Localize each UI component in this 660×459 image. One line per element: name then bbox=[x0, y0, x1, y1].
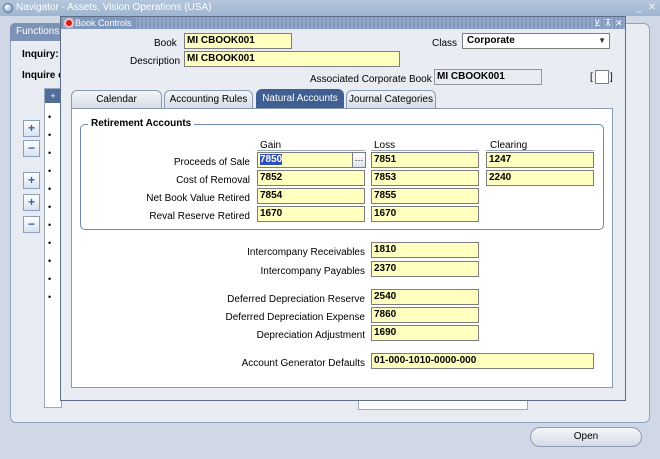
deferred-dep-expense-label: Deferred Depreciation Expense bbox=[225, 312, 365, 323]
list-item[interactable]: • bbox=[48, 256, 51, 266]
close-icon[interactable]: ✕ bbox=[645, 1, 659, 15]
inquire-label: Inquire c bbox=[22, 70, 64, 81]
inquiry-label: Inquiry: bbox=[22, 49, 59, 60]
class-label: Class bbox=[432, 38, 458, 49]
list-item[interactable]: • bbox=[48, 274, 51, 284]
description-field[interactable]: MI CBOOK001 bbox=[184, 51, 400, 67]
reval-reserve-retired-label: Reval Reserve Retired bbox=[149, 211, 250, 222]
app-globe-icon bbox=[3, 3, 13, 13]
reval-gain-field[interactable]: 1670 bbox=[257, 206, 365, 222]
chevron-down-icon: ▼ bbox=[598, 36, 606, 45]
account-generator-defaults-label: Account Generator Defaults bbox=[241, 358, 365, 369]
navigator-titlebar: Navigator - Assets, Vision Operations (U… bbox=[0, 0, 660, 16]
intercompany-payables-field[interactable]: 2370 bbox=[371, 261, 479, 277]
open-button[interactable]: Open bbox=[530, 427, 642, 447]
proceeds-clearing-field[interactable]: 1247 bbox=[486, 152, 594, 168]
deferred-dep-expense-field[interactable]: 7860 bbox=[371, 307, 479, 323]
tab-functions[interactable]: Functions bbox=[10, 23, 66, 41]
intercompany-receivables-label: Intercompany Receivables bbox=[247, 247, 365, 258]
tab-journal-categories[interactable]: Journal Categories bbox=[346, 90, 436, 108]
nbv-gain-field[interactable]: 7854 bbox=[257, 188, 365, 204]
flex-checkbox[interactable] bbox=[595, 70, 609, 84]
dialog-close-icon[interactable]: ✕ bbox=[614, 17, 624, 29]
class-select-value: Corporate bbox=[467, 35, 515, 46]
retirement-accounts-title: Retirement Accounts bbox=[88, 118, 195, 129]
tab-natural-accounts[interactable]: Natural Accounts bbox=[256, 89, 344, 108]
proceeds-gain-field[interactable]: 7850 bbox=[257, 152, 353, 168]
depreciation-adjustment-label: Depreciation Adjustment bbox=[256, 330, 365, 341]
gain-header-underline bbox=[257, 150, 365, 151]
list-item[interactable]: • bbox=[48, 112, 51, 122]
navigator-title: Navigator - Assets, Vision Operations (U… bbox=[16, 2, 212, 13]
account-generator-defaults-field[interactable]: 01-000-1010-0000-000 bbox=[371, 353, 594, 369]
dialog-title: Book Controls bbox=[75, 17, 136, 29]
list-item[interactable]: • bbox=[48, 166, 51, 176]
assoc-corp-book-label: Associated Corporate Book bbox=[310, 74, 432, 85]
removal-gain-field[interactable]: 7852 bbox=[257, 170, 365, 186]
list-item[interactable]: • bbox=[48, 184, 51, 194]
description-label: Description bbox=[130, 56, 181, 67]
book-label: Book bbox=[154, 38, 177, 49]
reval-loss-field[interactable]: 1670 bbox=[371, 206, 479, 222]
expand-icon[interactable]: + bbox=[23, 120, 40, 137]
proceeds-loss-field[interactable]: 7851 bbox=[371, 152, 479, 168]
list-expand-icon[interactable]: + bbox=[45, 89, 61, 103]
assoc-corp-book-field: MI CBOOK001 bbox=[434, 69, 542, 85]
dialog-maximize-icon[interactable]: ⊼ bbox=[603, 17, 613, 29]
nbv-retired-label: Net Book Value Retired bbox=[146, 193, 250, 204]
cost-of-removal-label: Cost of Removal bbox=[176, 175, 250, 186]
list-item[interactable]: • bbox=[48, 220, 51, 230]
lov-ellipsis-icon[interactable]: … bbox=[352, 152, 366, 168]
checkbox-bracket-close: ] bbox=[610, 72, 613, 83]
expand-all-icon[interactable]: + bbox=[23, 172, 40, 189]
expand-branch-icon[interactable]: + bbox=[23, 194, 40, 211]
proceeds-gain-value: 7850 bbox=[260, 154, 283, 165]
collapse-icon[interactable]: − bbox=[23, 140, 40, 157]
list-item[interactable]: • bbox=[48, 202, 51, 212]
dialog-minimize-icon[interactable]: ⊻ bbox=[592, 17, 602, 29]
book-field[interactable]: MI CBOOK001 bbox=[184, 33, 292, 49]
loss-header-underline bbox=[371, 150, 479, 151]
proceeds-of-sale-label: Proceeds of Sale bbox=[173, 157, 250, 168]
list-item[interactable]: • bbox=[48, 292, 51, 302]
list-item[interactable]: • bbox=[48, 148, 51, 158]
removal-clearing-field[interactable]: 2240 bbox=[486, 170, 594, 186]
minimize-icon[interactable]: _ bbox=[632, 1, 646, 15]
intercompany-receivables-field[interactable]: 1810 bbox=[371, 242, 479, 258]
checkbox-bracket-open: [ bbox=[590, 72, 593, 83]
clearing-header-underline bbox=[486, 150, 594, 151]
tab-calendar[interactable]: Calendar bbox=[71, 90, 162, 108]
nbv-loss-field[interactable]: 7855 bbox=[371, 188, 479, 204]
list-item[interactable]: • bbox=[48, 130, 51, 140]
dialog-titlebar bbox=[61, 17, 625, 29]
removal-loss-field[interactable]: 7853 bbox=[371, 170, 479, 186]
depreciation-adjustment-field[interactable]: 1690 bbox=[371, 325, 479, 341]
intercompany-payables-label: Intercompany Payables bbox=[260, 266, 365, 277]
tab-accounting-rules[interactable]: Accounting Rules bbox=[164, 90, 253, 108]
list-item[interactable]: • bbox=[48, 238, 51, 248]
class-select[interactable]: Corporate ▼ bbox=[462, 33, 610, 49]
navigator-documents-panel bbox=[358, 400, 528, 410]
collapse-all-icon[interactable]: − bbox=[23, 216, 40, 233]
deferred-dep-reserve-field[interactable]: 2540 bbox=[371, 289, 479, 305]
deferred-dep-reserve-label: Deferred Depreciation Reserve bbox=[227, 294, 365, 305]
oracle-icon bbox=[64, 18, 74, 28]
